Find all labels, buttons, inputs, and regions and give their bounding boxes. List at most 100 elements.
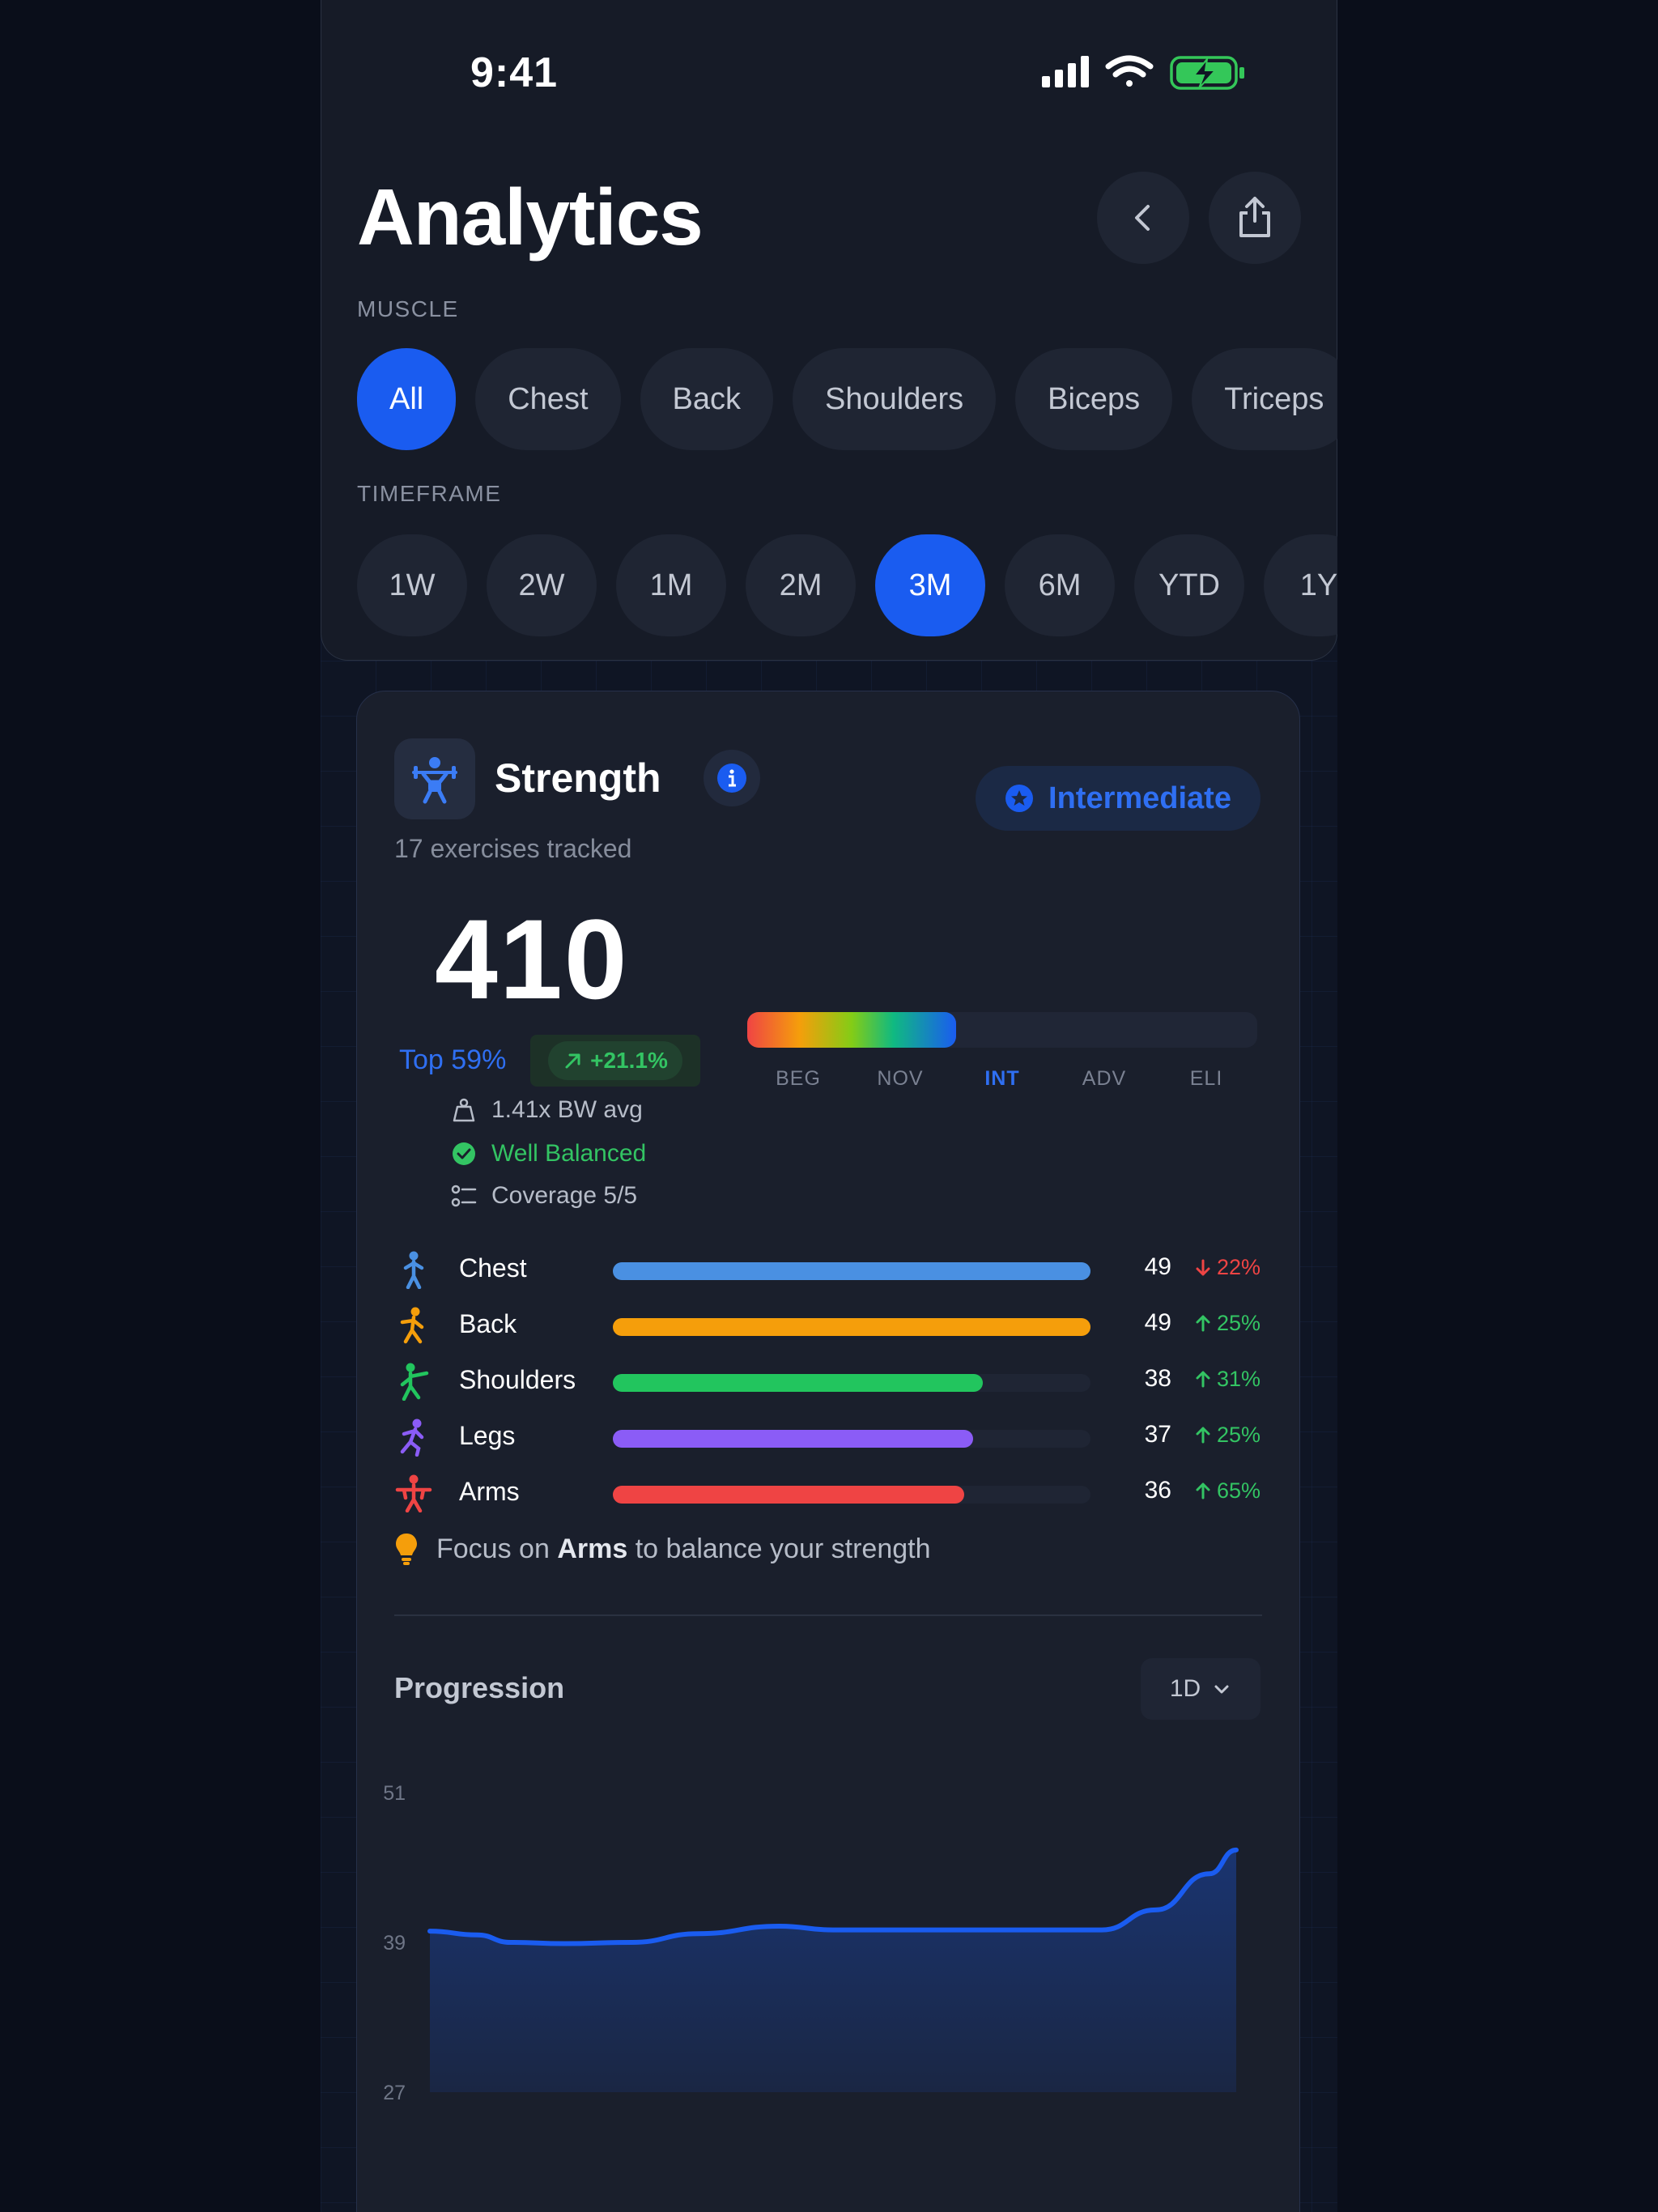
muscle-bar-fill bbox=[613, 1318, 1090, 1336]
y-tick-label: 51 bbox=[383, 1782, 406, 1805]
muscle-bar-fill bbox=[613, 1486, 964, 1504]
muscle-score: 49 bbox=[1144, 1253, 1171, 1280]
timeframe-pill-3m[interactable]: 3M bbox=[875, 534, 985, 636]
arrow-up-icon bbox=[1196, 1371, 1210, 1387]
timeframe-pill-ytd[interactable]: YTD bbox=[1134, 534, 1244, 636]
muscle-row-arms[interactable]: Arms 36 65% bbox=[394, 1469, 1261, 1517]
progression-area bbox=[430, 1849, 1236, 2092]
level-label-eli: ELI bbox=[1189, 1067, 1223, 1090]
muscle-pill-triceps[interactable]: Triceps bbox=[1192, 348, 1337, 450]
level-label-int: INT bbox=[984, 1067, 1020, 1090]
coverage-text: Coverage 5/5 bbox=[491, 1182, 638, 1209]
timeframe-pill-2w[interactable]: 2W bbox=[487, 534, 597, 636]
coverage: Coverage 5/5 bbox=[451, 1182, 637, 1210]
level-scale: BEG NOV INT ADV ELI bbox=[747, 1067, 1257, 1091]
level-label-adv: ADV bbox=[1082, 1067, 1127, 1090]
muscle-score: 36 bbox=[1144, 1477, 1171, 1504]
muscle-label: Legs bbox=[459, 1421, 516, 1450]
muscle-bar bbox=[613, 1430, 1090, 1448]
arms-exercise-icon bbox=[394, 1474, 433, 1513]
arrow-up-icon bbox=[1196, 1482, 1210, 1499]
check-circle-icon bbox=[453, 1142, 475, 1165]
app-screen: 9:41 Analytics MUSCLE All Chest Back Sho… bbox=[321, 0, 1337, 2212]
level-badge-label: Intermediate bbox=[1048, 781, 1231, 815]
y-tick-label: 27 bbox=[383, 2082, 406, 2104]
focus-tip: Focus on Arms to balance your strength bbox=[394, 1532, 931, 1566]
back-button[interactable] bbox=[1097, 172, 1189, 264]
status-time: 9:41 bbox=[470, 49, 559, 96]
muscle-score: 49 bbox=[1144, 1309, 1171, 1336]
score-change-value: +21.1% bbox=[590, 1048, 668, 1073]
y-tick-label: 39 bbox=[383, 1932, 406, 1955]
chevron-left-icon bbox=[1135, 205, 1150, 231]
muscle-score: 38 bbox=[1144, 1365, 1171, 1392]
focus-tip-muscle: Arms bbox=[557, 1533, 628, 1564]
muscle-change: 25% bbox=[1180, 1423, 1261, 1448]
timeframe-pill-2m[interactable]: 2M bbox=[746, 534, 856, 636]
muscle-change: 65% bbox=[1180, 1478, 1261, 1504]
muscle-pill-biceps[interactable]: Biceps bbox=[1015, 348, 1173, 450]
top-percentile: Top 59% bbox=[399, 1044, 507, 1075]
muscle-label: Back bbox=[459, 1309, 517, 1338]
muscle-row-chest[interactable]: Chest 49 22% bbox=[394, 1245, 1261, 1294]
chevron-down-icon bbox=[1214, 1685, 1229, 1694]
muscle-bar bbox=[613, 1318, 1090, 1336]
checklist-icon bbox=[451, 1185, 477, 1207]
timeframe-pill-1y[interactable]: 1Y bbox=[1264, 534, 1337, 636]
muscle-row-back[interactable]: Back 49 25% bbox=[394, 1301, 1261, 1350]
muscle-bar-fill bbox=[613, 1374, 984, 1392]
muscle-bar bbox=[613, 1374, 1090, 1392]
arrow-down-icon bbox=[1196, 1259, 1210, 1275]
progression-chart: 513927/41/111/181/252/12/82/15 bbox=[383, 1782, 1239, 2104]
back-exercise-icon bbox=[394, 1306, 433, 1345]
muscle-change-value: 25% bbox=[1216, 1311, 1261, 1335]
info-icon bbox=[717, 764, 746, 793]
focus-tip-suffix: to balance your strength bbox=[635, 1533, 931, 1564]
period-dropdown[interactable]: 1D bbox=[1141, 1658, 1261, 1720]
muscle-pill-back[interactable]: Back bbox=[640, 348, 773, 450]
bodyweight-ratio-text: 1.41x BW avg bbox=[491, 1096, 643, 1123]
lightbulb-icon bbox=[396, 1534, 417, 1565]
share-button[interactable] bbox=[1209, 172, 1301, 264]
signal-icon bbox=[1042, 56, 1089, 87]
header: 9:41 Analytics MUSCLE All Chest Back Sho… bbox=[321, 0, 1337, 661]
muscle-change-value: 22% bbox=[1216, 1255, 1261, 1279]
timeframe-pill-6m[interactable]: 6M bbox=[1005, 534, 1115, 636]
strength-title: Strength bbox=[495, 755, 661, 801]
timeframe-pill-1w[interactable]: 1W bbox=[357, 534, 467, 636]
muscle-change-value: 65% bbox=[1216, 1478, 1261, 1503]
progression-line bbox=[427, 1847, 1239, 1946]
shoulders-exercise-icon bbox=[394, 1362, 433, 1402]
muscle-pill-chest[interactable]: Chest bbox=[475, 348, 621, 450]
muscle-row-legs[interactable]: Legs 37 25% bbox=[394, 1413, 1261, 1461]
muscle-label: Arms bbox=[459, 1477, 520, 1506]
muscle-change: 22% bbox=[1180, 1255, 1261, 1280]
page-title: Analytics bbox=[357, 172, 704, 262]
wifi-icon bbox=[1105, 55, 1154, 87]
muscle-label: Chest bbox=[459, 1253, 527, 1283]
muscle-pill-all[interactable]: All bbox=[357, 348, 457, 450]
muscle-label: Shoulders bbox=[459, 1365, 576, 1394]
muscle-bar bbox=[613, 1262, 1090, 1280]
info-button[interactable] bbox=[704, 750, 760, 806]
muscle-pill-shoulders[interactable]: Shoulders bbox=[793, 348, 997, 450]
timeframe-pill-1m[interactable]: 1M bbox=[616, 534, 726, 636]
status-bar-icons bbox=[1042, 53, 1252, 94]
star-badge-icon bbox=[1005, 785, 1034, 812]
timeframe-filter-label: TIMEFRAME bbox=[357, 481, 502, 506]
muscle-change: 25% bbox=[1180, 1311, 1261, 1336]
focus-tip-prefix: Focus on bbox=[436, 1533, 550, 1564]
strength-score: 410 bbox=[435, 895, 629, 1023]
muscle-bar-fill bbox=[613, 1262, 1090, 1280]
muscle-change-value: 25% bbox=[1216, 1423, 1261, 1447]
battery-charging-icon bbox=[1170, 56, 1244, 90]
arrow-up-icon bbox=[1196, 1427, 1210, 1443]
progression-title: Progression bbox=[394, 1671, 565, 1704]
divider bbox=[394, 1614, 1262, 1616]
muscle-row-shoulders[interactable]: Shoulders 38 31% bbox=[394, 1357, 1261, 1406]
muscle-bar-fill bbox=[613, 1430, 974, 1448]
share-icon bbox=[1239, 197, 1270, 237]
level-label-nov: NOV bbox=[877, 1067, 924, 1090]
weightlifter-icon bbox=[394, 738, 475, 819]
balance-status: Well Balanced bbox=[451, 1140, 646, 1168]
